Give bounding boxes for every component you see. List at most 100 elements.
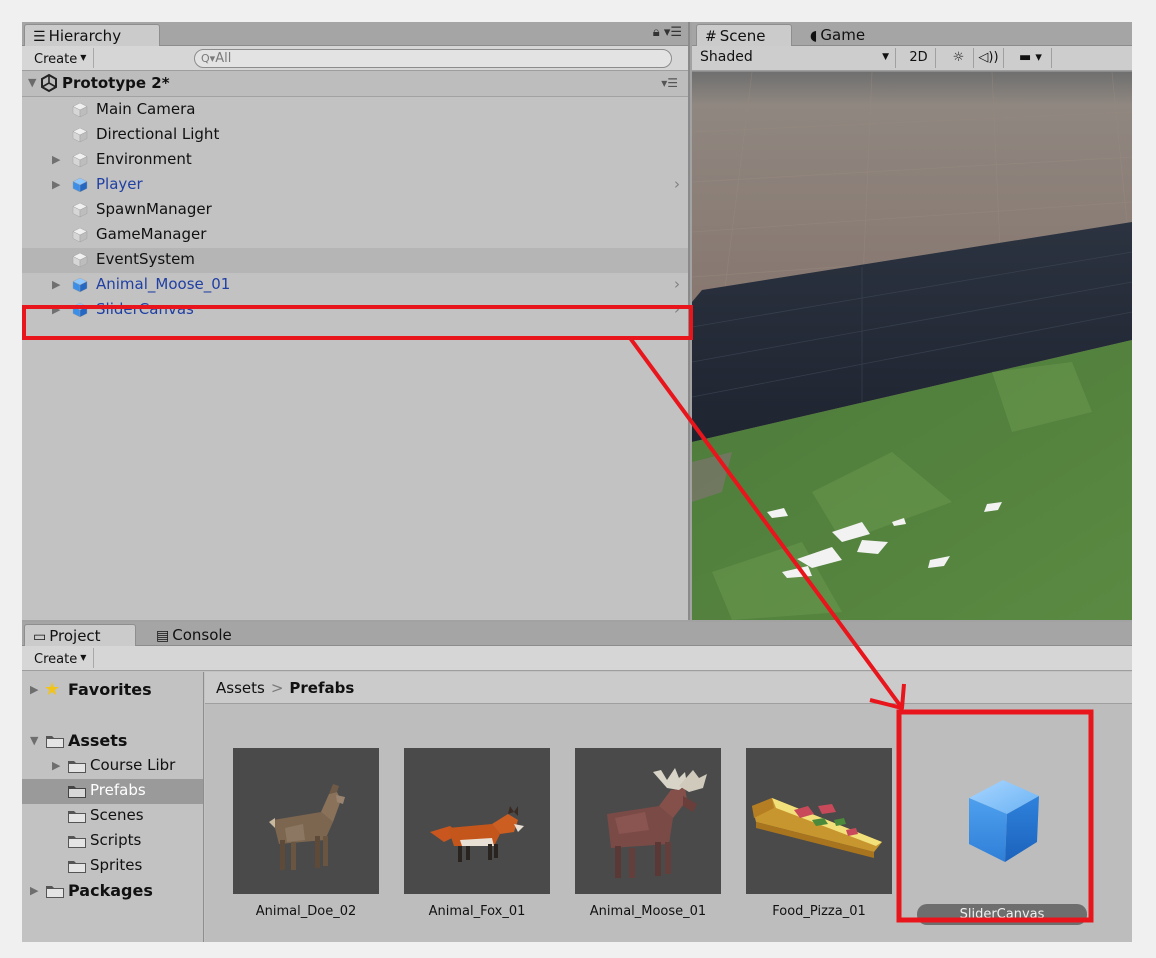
fold-open-icon[interactable]: ▼ (28, 76, 36, 89)
fold-closed-icon[interactable]: ▶ (52, 153, 60, 166)
prefab-cube-icon (72, 302, 88, 318)
project-asset-browser: Assets > Prefabs Animal_Doe_02 Animal_Fo… (205, 672, 1132, 942)
tab-project[interactable]: ▭ Project (24, 624, 136, 647)
create-label: Create (34, 652, 78, 667)
hierarchy-item-environment[interactable]: ▶ Environment (22, 148, 688, 173)
open-prefab-chevron-icon[interactable]: › (674, 300, 680, 318)
scene-render (692, 72, 1132, 620)
hierarchy-item-label: Animal_Moose_01 (96, 275, 231, 293)
search-icon: Q▾ (201, 52, 216, 65)
effects-dropdown-icon[interactable]: ▬ ▾ (1010, 48, 1052, 68)
grid-icon: # (705, 29, 717, 45)
folder-icon (68, 861, 86, 873)
unity-logo-icon (41, 73, 57, 93)
fold-closed-icon[interactable]: ▶ (52, 178, 60, 191)
fold-closed-icon[interactable]: ▶ (52, 759, 60, 772)
moose-thumbnail (607, 768, 707, 878)
fold-closed-icon[interactable]: ▶ (30, 683, 38, 696)
tab-console[interactable]: ▤ Console (148, 624, 240, 647)
open-prefab-chevron-icon[interactable]: › (674, 275, 680, 293)
scene-header-row[interactable]: ▼ Prototype 2* ▾☰ (22, 71, 688, 97)
hierarchy-item-eventsystem[interactable]: EventSystem (22, 248, 688, 273)
project-create-button[interactable]: Create ▼ (27, 648, 95, 668)
dropdown-arrow-icon: ▼ (80, 53, 87, 62)
folder-icon (68, 811, 86, 823)
tab-project-label: Project (49, 627, 101, 645)
asset-tile[interactable]: Animal_Moose_01 (575, 748, 721, 919)
tab-hierarchy-label: Hierarchy (48, 27, 122, 45)
breadcrumb-separator-icon: > (270, 679, 284, 697)
asset-thumbnail (917, 736, 1087, 896)
tree-prefabs[interactable]: Prefabs (22, 779, 203, 804)
hierarchy-item-player[interactable]: ▶ Player › (22, 173, 688, 198)
open-prefab-chevron-icon[interactable]: › (674, 175, 680, 193)
hierarchy-item-slidercanvas[interactable]: ▶ SliderCanvas › (22, 298, 688, 323)
tree-course-library[interactable]: ▶ Course Libr (22, 754, 203, 779)
breadcrumb-assets[interactable]: Assets (216, 679, 265, 697)
hierarchy-item-label: EventSystem (96, 250, 195, 268)
lock-menu-icon[interactable]: 🔒︎ ▾☰ (653, 25, 682, 40)
fold-closed-icon[interactable]: ▶ (52, 278, 60, 291)
hierarchy-item-directional-light[interactable]: Directional Light (22, 123, 688, 148)
hierarchy-item-animal-moose-01[interactable]: ▶ Animal_Moose_01 › (22, 273, 688, 298)
scene-name: Prototype 2* (62, 74, 170, 92)
hierarchy-panel: ☰ Hierarchy 🔒︎ ▾☰ Create ▼ Q▾All ▼ Prototy… (22, 22, 690, 620)
tree-scripts[interactable]: Scripts (22, 829, 203, 854)
tree-sprites[interactable]: Sprites (22, 854, 203, 879)
shading-mode-dropdown[interactable]: Shaded ▼ (700, 48, 896, 68)
tree-favorites[interactable]: ▶ ★ Favorites (22, 678, 203, 703)
breadcrumb: Assets > Prefabs (205, 672, 1132, 704)
tree-prefabs-label: Prefabs (90, 781, 146, 799)
folder-icon (46, 736, 64, 748)
hierarchy-item-label: Player (96, 175, 143, 193)
tree-assets[interactable]: ▼ Assets (22, 729, 203, 754)
scene-viewport[interactable] (692, 72, 1132, 620)
scene-menu-icon[interactable]: ▾☰ (661, 76, 678, 90)
fox-thumbnail (430, 806, 524, 862)
asset-thumbnail (746, 748, 892, 894)
gameobject-cube-icon (72, 252, 88, 268)
gameobject-cube-icon (72, 152, 88, 168)
audio-toggle-icon[interactable]: ◁)) (974, 48, 1004, 68)
folder-tab-icon: ▭ (33, 629, 47, 645)
project-toolbar: Create ▼ (22, 646, 1132, 671)
tree-packages[interactable]: ▶ Packages (22, 879, 203, 904)
asset-tile[interactable]: Animal_Fox_01 (404, 748, 550, 919)
tree-assets-label: Assets (68, 731, 128, 750)
lighting-toggle-icon[interactable]: ☼ (944, 48, 974, 68)
fold-closed-icon[interactable]: ▶ (30, 884, 38, 897)
asset-name: Food_Pizza_01 (772, 904, 866, 919)
tree-scenes[interactable]: Scenes (22, 804, 203, 829)
hierarchy-item-gamemanager[interactable]: GameManager (22, 223, 688, 248)
asset-tile[interactable]: Animal_Doe_02 (233, 748, 379, 919)
toggle-2d-button[interactable]: 2D (902, 48, 936, 68)
asset-name: Animal_Fox_01 (428, 904, 526, 919)
tab-console-label: Console (172, 626, 232, 644)
tree-packages-label: Packages (68, 881, 153, 900)
tree-course-library-label: Course Libr (90, 756, 176, 774)
hierarchy-item-spawnmanager[interactable]: SpawnManager (22, 198, 688, 223)
asset-tile-selected[interactable]: SliderCanvas (917, 736, 1087, 925)
hierarchy-item-label: Main Camera (96, 100, 196, 118)
folder-icon (46, 886, 64, 898)
tree-scenes-label: Scenes (90, 806, 144, 824)
create-label: Create (34, 52, 78, 67)
fold-closed-icon[interactable]: ▶ (52, 303, 60, 316)
gameobject-cube-icon (72, 202, 88, 218)
asset-tile[interactable]: Food_Pizza_01 (746, 748, 892, 919)
hierarchy-item-label: SliderCanvas (96, 300, 194, 318)
prefab-cube-icon (72, 177, 88, 193)
search-placeholder: All (215, 51, 232, 66)
hierarchy-create-button[interactable]: Create ▼ (27, 48, 95, 68)
gameobject-cube-icon (72, 102, 88, 118)
hierarchy-search-input[interactable]: Q▾All (194, 49, 672, 68)
hierarchy-tabstrip: ☰ Hierarchy 🔒︎ ▾☰ (22, 22, 688, 47)
tab-hierarchy[interactable]: ☰ Hierarchy (24, 24, 160, 47)
fold-open-icon[interactable]: ▼ (30, 734, 38, 747)
hierarchy-list-icon: ☰ (33, 29, 46, 45)
tree-favorites-label: Favorites (68, 680, 152, 699)
hierarchy-item-main-camera[interactable]: Main Camera (22, 98, 688, 123)
tab-scene[interactable]: # Scene (696, 24, 792, 47)
breadcrumb-prefabs[interactable]: Prefabs (289, 679, 354, 697)
tab-game[interactable]: ◖ Game (802, 24, 873, 47)
